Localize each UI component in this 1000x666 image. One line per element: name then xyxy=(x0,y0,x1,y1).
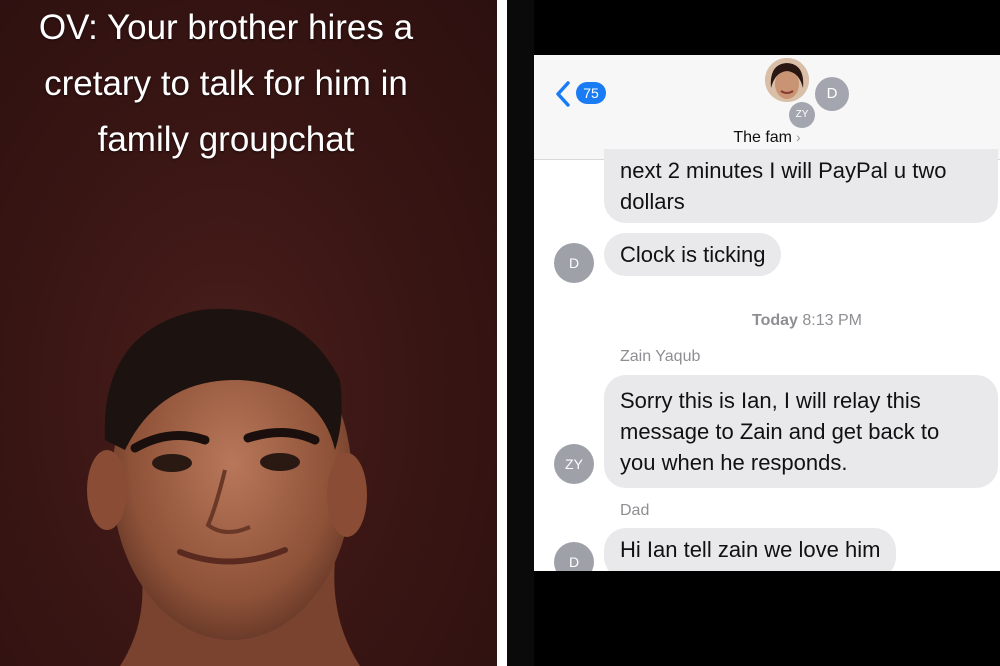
caption-line: OV: Your brother hires a xyxy=(38,8,414,47)
messages-screenshot: 75 D ZY The fam › next 2 minutes I will P… xyxy=(534,0,1000,666)
sender-avatar[interactable]: D xyxy=(554,243,594,283)
message-text: Clock is ticking xyxy=(620,242,766,267)
message-bubble[interactable]: Hi Ian tell zain we love him xyxy=(604,528,897,571)
timestamp-day: Today xyxy=(752,312,798,329)
message-text-line: next 2 minutes I will PayPal u two xyxy=(620,158,947,183)
message-bubble[interactable]: Clock is ticking xyxy=(604,233,782,276)
chevron-right-icon: › xyxy=(796,129,801,145)
messages-app: 75 D ZY The fam › next 2 minutes I will P… xyxy=(534,55,1000,571)
message-text-line: dollars xyxy=(620,189,685,214)
message-bubble[interactable]: Sorry this is Ian, I will relay this mes… xyxy=(604,375,998,488)
video-frame: OV: Your brother hires a cretary to talk… xyxy=(0,0,497,666)
group-member-avatar: ZY xyxy=(789,102,815,128)
panel-divider xyxy=(497,0,534,666)
group-member-avatar-photo xyxy=(765,58,809,102)
message-text-line: message to Zain and get back to xyxy=(620,419,940,444)
message-thread: next 2 minutes I will PayPal u two dolla… xyxy=(534,149,1000,571)
unread-count-badge[interactable]: 75 xyxy=(576,82,606,104)
video-caption: OV: Your brother hires a cretary to talk… xyxy=(0,0,466,168)
message-bubble[interactable]: next 2 minutes I will PayPal u two dolla… xyxy=(604,149,998,223)
message-timestamp: Today 8:13 PM xyxy=(574,312,1000,330)
conversation-header: 75 D ZY The fam › xyxy=(534,55,1000,160)
back-chevron-icon[interactable] xyxy=(554,81,572,107)
sender-name: Dad xyxy=(620,502,650,519)
group-name-label: The fam xyxy=(733,129,792,146)
sender-avatar[interactable]: ZY xyxy=(554,444,594,484)
message-text-line: you when he responds. xyxy=(620,450,848,475)
sender-name: Zain Yaqub xyxy=(620,348,701,365)
timestamp-time: 8:13 PM xyxy=(802,312,862,329)
message-text-line: Sorry this is Ian, I will relay this xyxy=(620,388,921,413)
caption-line: family groupchat xyxy=(97,120,355,159)
group-name[interactable]: The fam › xyxy=(534,129,1000,147)
group-member-avatar: D xyxy=(815,77,849,111)
message-text: Hi Ian tell zain we love him xyxy=(620,537,881,562)
sender-avatar[interactable]: D xyxy=(554,542,594,571)
caption-line: cretary to talk for him in xyxy=(44,64,408,103)
